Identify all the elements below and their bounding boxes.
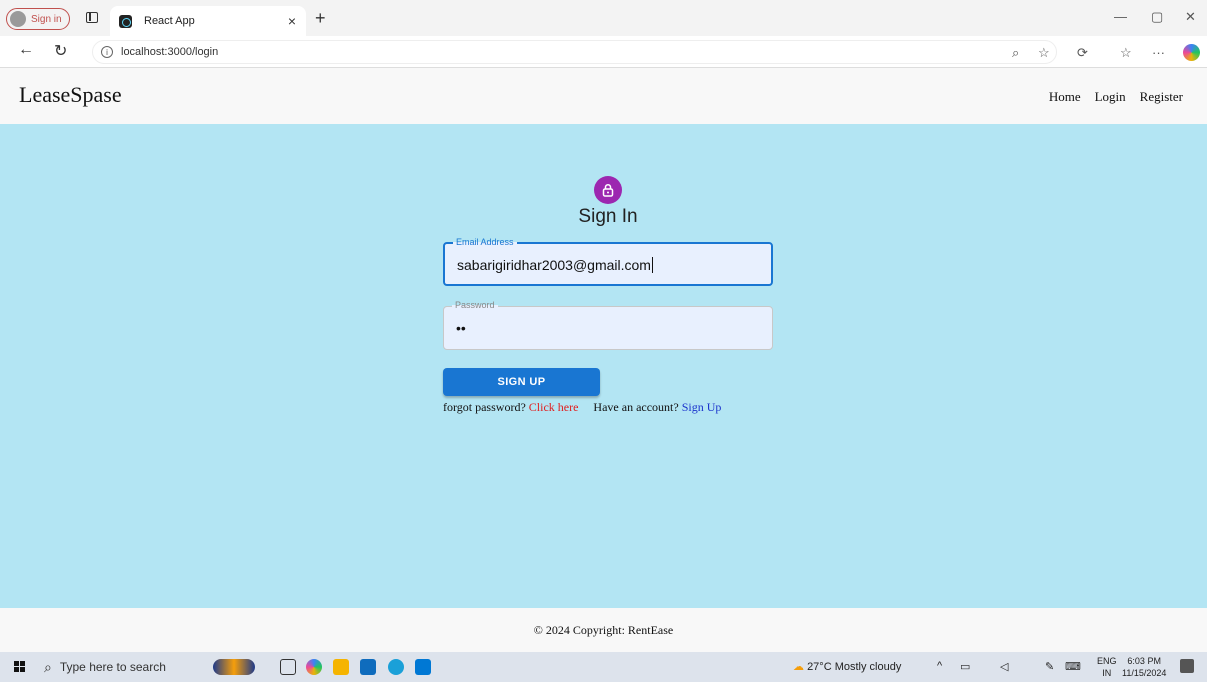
task-view-icon[interactable] (280, 659, 296, 675)
weather-cloud-icon: ☁ (793, 661, 804, 673)
mail-icon[interactable] (360, 659, 376, 675)
windows-start-icon[interactable] (14, 661, 25, 672)
tab-title: React App (144, 15, 195, 27)
new-tab-icon[interactable]: + (315, 8, 326, 29)
refresh-icon[interactable]: ↻ (54, 41, 67, 61)
language-code: ENG (1097, 656, 1117, 666)
clock-time: 6:03 PM (1127, 656, 1161, 666)
edge-browser-icon[interactable] (388, 659, 404, 675)
address-bar-row: ← ↻ i localhost:3000/login ⌕ ☆ ⟳ ☆ ··· (0, 36, 1207, 68)
react-favicon-icon (119, 14, 132, 28)
favorites-list-icon[interactable]: ☆ (1120, 45, 1132, 61)
lock-icon (602, 183, 614, 197)
volume-icon[interactable]: ◁ (1000, 660, 1008, 673)
language-indicator[interactable]: ENG IN (1097, 655, 1117, 679)
vscode-icon[interactable] (415, 659, 431, 675)
nav-login-link[interactable]: Login (1095, 89, 1126, 105)
browser-tab-strip: Sign in React App × + — ▢ ✕ (0, 0, 1207, 36)
copilot-icon[interactable] (1183, 44, 1200, 61)
url-input[interactable]: i localhost:3000/login (92, 40, 1057, 64)
browser-tab-react-app[interactable]: React App × (110, 6, 306, 36)
email-label: Email Address (453, 237, 517, 247)
extensions-icon[interactable]: ⟳ (1077, 45, 1088, 61)
clock[interactable]: 6:03 PM 11/15/2024 (1122, 655, 1166, 679)
read-aloud-icon[interactable]: ⌕ (1012, 45, 1019, 61)
close-window-icon[interactable]: ✕ (1185, 9, 1196, 25)
profile-avatar-icon (10, 11, 26, 27)
region-code: IN (1102, 668, 1112, 678)
taskbar-search-input[interactable]: ⌕ Type here to search (40, 655, 200, 679)
page-title: Sign In (578, 206, 638, 227)
pen-icon[interactable]: ✎ (1045, 660, 1054, 673)
nav-links: Home Login Register (1049, 89, 1183, 105)
password-label: Password (452, 300, 498, 310)
weather-widget[interactable]: ☁ 27°C Mostly cloudy (793, 660, 901, 673)
email-field[interactable]: Email Address sabarigiridhar2003@gmail.c… (443, 237, 773, 286)
keyboard-icon[interactable]: ⌨ (1065, 660, 1081, 673)
have-account-text: Have an account? (593, 400, 679, 414)
windows-taskbar: ⌕ Type here to search ☁ 27°C Mostly clou… (0, 652, 1207, 682)
sign-up-button[interactable]: SIGN UP (443, 368, 600, 396)
minimize-icon[interactable]: — (1114, 9, 1127, 24)
tab-actions-icon[interactable] (86, 12, 98, 23)
main-content: Sign In Email Address sabarigiridhar2003… (0, 124, 1207, 608)
back-arrow-icon[interactable]: ← (18, 41, 34, 59)
clock-date: 11/15/2024 (1122, 668, 1167, 678)
news-widget-icon[interactable] (213, 659, 255, 675)
profile-sign-in-button[interactable]: Sign in (6, 8, 70, 30)
brand-logo[interactable]: LeaseSpase (19, 82, 122, 108)
nav-register-link[interactable]: Register (1140, 89, 1183, 105)
forgot-password-text: forgot password? (443, 400, 526, 414)
weather-text: 27°C Mostly cloudy (807, 661, 902, 673)
notification-icon[interactable] (1180, 659, 1194, 673)
nav-home-link[interactable]: Home (1049, 89, 1081, 105)
password-value[interactable]: •• (456, 320, 466, 336)
lock-avatar (594, 176, 622, 204)
profile-label: Sign in (31, 13, 62, 25)
tray-chevron-icon[interactable]: ^ (937, 660, 942, 672)
copilot-taskbar-icon[interactable] (306, 659, 322, 675)
site-info-icon[interactable]: i (101, 46, 113, 58)
forgot-password-link[interactable]: Click here (529, 400, 579, 414)
email-value[interactable]: sabarigiridhar2003@gmail.com (457, 257, 653, 273)
more-menu-icon[interactable]: ··· (1152, 45, 1165, 60)
close-tab-icon[interactable]: × (288, 13, 296, 29)
app-header: LeaseSpase Home Login Register (0, 68, 1207, 124)
favorite-star-icon[interactable]: ☆ (1038, 45, 1050, 61)
password-field[interactable]: Password •• (443, 300, 773, 350)
page-footer: © 2024 Copyright: RentEase (0, 608, 1207, 652)
sign-up-link[interactable]: Sign Up (682, 400, 722, 414)
file-explorer-icon[interactable] (333, 659, 349, 675)
form-links: forgot password? Click here Have an acco… (443, 400, 721, 415)
network-icon[interactable]: ▭ (960, 660, 970, 673)
url-text: localhost:3000/login (121, 46, 219, 58)
restore-icon[interactable]: ▢ (1151, 9, 1163, 25)
search-icon: ⌕ (44, 658, 52, 675)
taskbar-search-placeholder: Type here to search (59, 660, 166, 674)
